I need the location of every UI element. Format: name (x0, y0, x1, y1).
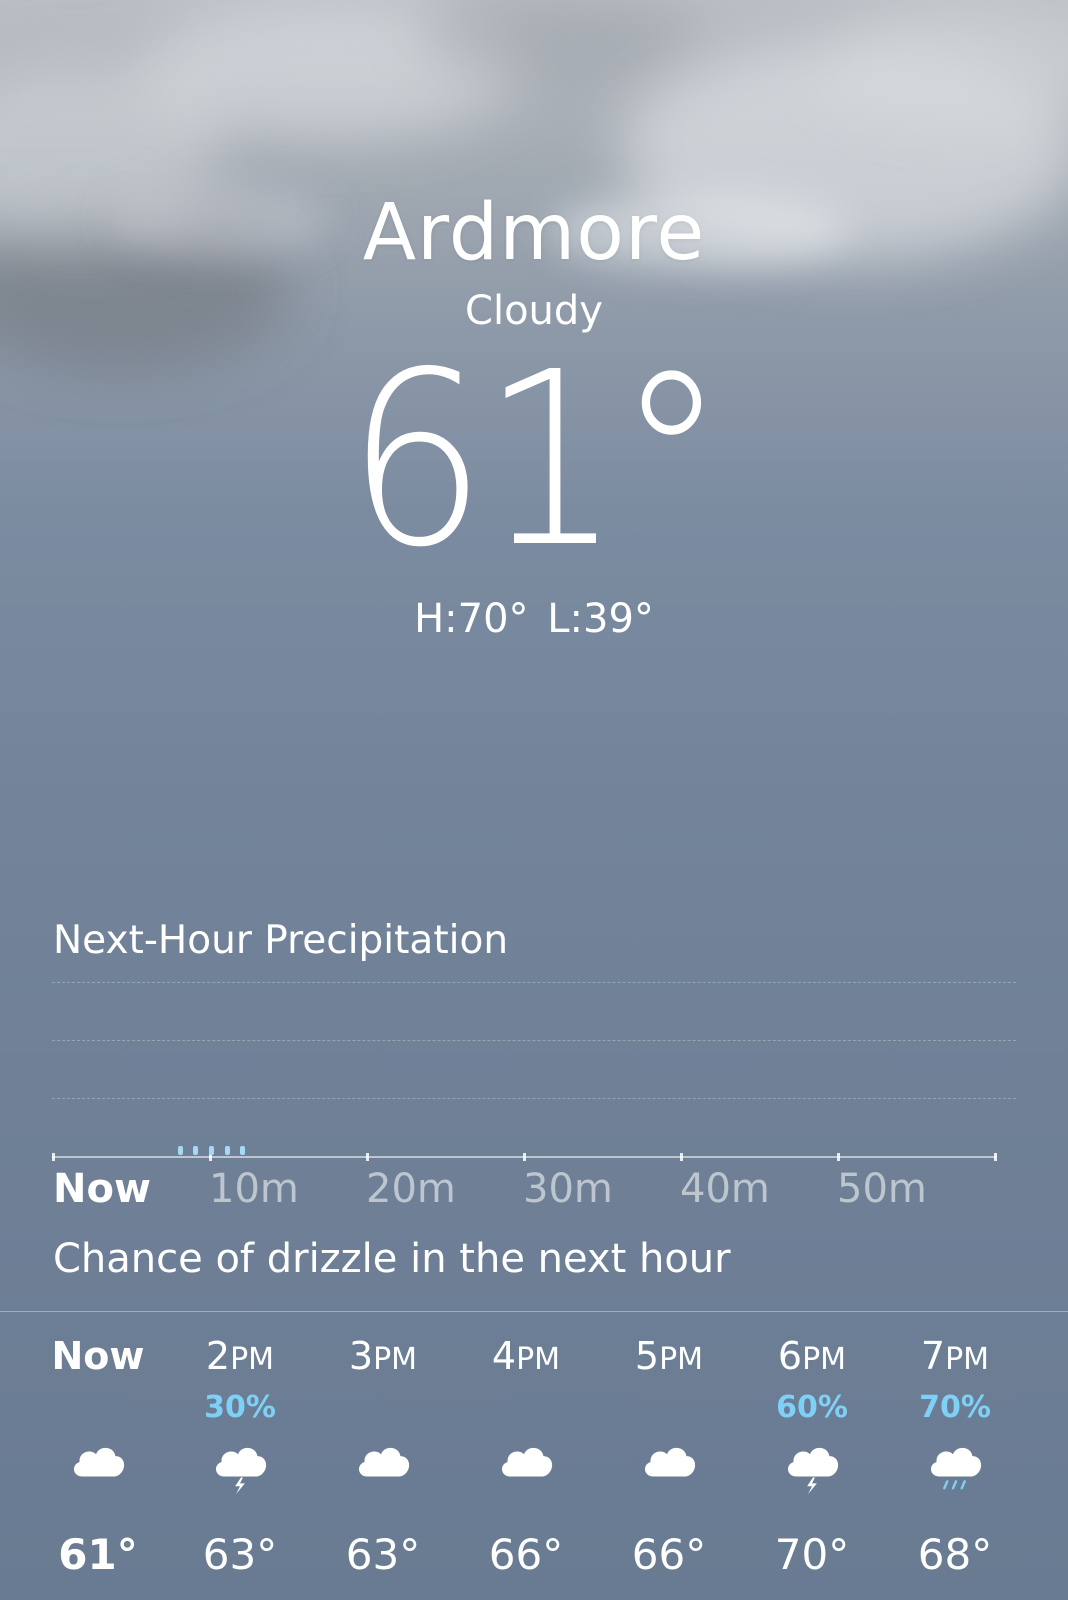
axis-label-30m: 30m (523, 1166, 613, 1212)
axis-label-now: Now (53, 1166, 151, 1212)
hour-time: 7PM (920, 1334, 990, 1378)
hour-temperature: 61° (58, 1530, 138, 1579)
hour-item: 7PM 70% 68° (885, 1312, 1025, 1600)
hour-time: Now (51, 1334, 145, 1378)
precipitation-grid-line (52, 982, 1016, 983)
hour-time: 5PM (634, 1334, 704, 1378)
hour-item: 5PM 66° (599, 1312, 739, 1600)
cloud-rain-icon (923, 1430, 987, 1494)
hour-time: 4PM (491, 1334, 561, 1378)
hour-item: Now 61° (28, 1312, 168, 1600)
axis-tick (837, 1153, 840, 1161)
drizzle-marker (225, 1146, 230, 1155)
drizzle-marker (178, 1146, 183, 1155)
city-name: Ardmore (362, 188, 706, 278)
axis-tick (366, 1153, 369, 1161)
hour-item: 2PM 30% 63° (170, 1312, 310, 1600)
hour-temperature: 66° (631, 1530, 707, 1579)
axis-label-20m: 20m (366, 1166, 456, 1212)
axis-label-10m: 10m (209, 1166, 299, 1212)
cloud-lightning-icon (780, 1430, 844, 1494)
cloud-lightning-icon (208, 1430, 272, 1494)
precipitation-summary: Chance of drizzle in the next hour (53, 1236, 731, 1282)
precipitation-title: Next-Hour Precipitation (53, 918, 509, 963)
cloud-icon (494, 1430, 558, 1494)
hour-temperature: 68° (917, 1530, 993, 1579)
hour-precip-chance: 70% (919, 1390, 991, 1425)
hour-item: 6PM 60% 70° (742, 1312, 882, 1600)
drizzle-marker (193, 1146, 198, 1155)
hour-precip-chance: 30% (204, 1390, 276, 1425)
precipitation-grid-line (52, 1098, 1016, 1099)
axis-tick (523, 1153, 526, 1161)
hour-temperature: 63° (202, 1530, 278, 1579)
cloud-icon (637, 1430, 701, 1494)
hour-time: 3PM (348, 1334, 418, 1378)
hour-temperature: 66° (488, 1530, 564, 1579)
hour-temperature: 63° (345, 1530, 421, 1579)
axis-label-40m: 40m (680, 1166, 770, 1212)
hour-time: 2PM (205, 1334, 275, 1378)
high-low-temperature: H:70° L:39° (414, 596, 654, 642)
hourly-forecast[interactable]: Now 61° 2PM 30% 63° 3PM 63° 4PM 66° 5PM … (0, 1312, 1068, 1600)
axis-tick (680, 1153, 683, 1161)
drizzle-marker (209, 1146, 214, 1155)
hour-precip-chance: 60% (776, 1390, 848, 1425)
hour-item: 4PM 66° (456, 1312, 596, 1600)
drizzle-marker (240, 1146, 245, 1155)
axis-tick (994, 1153, 997, 1161)
hour-item: 3PM 63° (313, 1312, 453, 1600)
cloud-icon (351, 1430, 415, 1494)
axis-label-50m: 50m (837, 1166, 927, 1212)
hour-time: 6PM (777, 1334, 847, 1378)
axis-tick (52, 1153, 55, 1161)
hour-temperature: 70° (774, 1530, 850, 1579)
current-temperature: 61° (346, 320, 727, 600)
cloud-icon (66, 1430, 130, 1494)
precipitation-grid-line (52, 1040, 1016, 1041)
